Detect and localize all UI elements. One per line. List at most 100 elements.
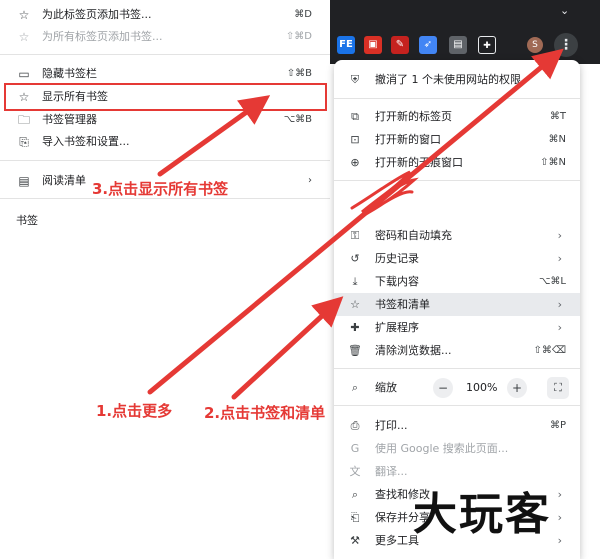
chevron-down-icon[interactable]: ⌄ bbox=[560, 4, 569, 17]
clear-browsing-data-item[interactable]: 🗑 清除浏览数据... ⇧⌘⌫ bbox=[334, 339, 580, 362]
zoom-icon: ⌕ bbox=[351, 381, 359, 394]
zoom-out-button[interactable]: − bbox=[433, 378, 453, 398]
extension-icon: ✚ bbox=[350, 321, 360, 334]
menu-item-label: 历史记录 bbox=[375, 252, 419, 265]
incognito-icon: ⊕ bbox=[350, 156, 360, 169]
fullscreen-icon[interactable]: ⛶ bbox=[547, 377, 569, 399]
chevron-right-icon: › bbox=[308, 175, 312, 186]
chevron-right-icon: › bbox=[557, 252, 562, 265]
folder-icon: 🗀 bbox=[17, 113, 30, 127]
extensions-item[interactable]: ✚ 扩展程序 › bbox=[334, 316, 580, 339]
download-icon: ⤓ bbox=[352, 275, 358, 288]
chevron-right-icon: › bbox=[557, 229, 562, 242]
highlight-box-show-all-bookmarks bbox=[4, 83, 327, 111]
save-icon: ⎗ bbox=[350, 511, 360, 524]
menu-item-label: 翻译... bbox=[375, 465, 408, 478]
star-icon: ☆ bbox=[18, 30, 30, 44]
bookmarks-and-lists-item[interactable]: ☆ 书签和清单 › bbox=[334, 293, 580, 316]
shortcut-label: ⌥⌘B bbox=[283, 114, 312, 125]
menu-item-label: 密码和自动填充 bbox=[375, 229, 452, 242]
menu-item-label: 撤消了 1 个未使用网站的权限 bbox=[375, 73, 521, 86]
permissions-notice-item[interactable]: ⛨ 撤消了 1 个未使用网站的权限 bbox=[334, 68, 580, 91]
shortcut-label: ⌘N bbox=[548, 134, 566, 145]
zoom-label: 缩放 bbox=[375, 381, 397, 394]
hide-bookmarks-bar-item[interactable]: ▭ 隐藏书签栏 ⇧⌘B bbox=[0, 63, 330, 85]
new-incognito-window-item[interactable]: ⊕ 打开新的无痕窗口 ⇧⌘N bbox=[334, 151, 580, 174]
new-window-icon: ⊡ bbox=[350, 133, 360, 146]
chevron-right-icon: › bbox=[557, 321, 562, 334]
shortcut-label: ⇧⌘B bbox=[286, 68, 312, 79]
menu-divider bbox=[334, 405, 580, 406]
menu-item-label: 打印... bbox=[375, 419, 408, 432]
bookmark-all-tabs-item[interactable]: ☆ 为所有标签页添加书签... ⇧⌘D bbox=[0, 26, 330, 48]
menu-item-label: 书签和清单 bbox=[375, 298, 430, 311]
menu-item-label: 清除浏览数据... bbox=[375, 344, 452, 357]
search-with-google-item[interactable]: G 使用 Google 搜索此页面... bbox=[334, 437, 580, 460]
print-icon: ⎙ bbox=[350, 419, 360, 432]
shortcut-label: ⇧⌘⌫ bbox=[533, 345, 566, 356]
import-bookmarks-item[interactable]: ⎘ 导入书签和设置... bbox=[0, 131, 330, 153]
menu-item-label: 为此标签页添加书签... bbox=[42, 8, 152, 21]
passwords-autofill-item[interactable]: ⚿ 密码和自动填充 › bbox=[334, 224, 580, 247]
bird-extension-icon[interactable]: ➶ bbox=[419, 36, 437, 54]
print-item[interactable]: ⎙ 打印... ⌘P bbox=[334, 414, 580, 437]
chevron-right-icon: › bbox=[557, 511, 562, 524]
reading-list-icon: ▤ bbox=[18, 174, 30, 188]
menu-item-label: 下载内容 bbox=[375, 275, 419, 288]
shortcut-label: ⌘T bbox=[549, 111, 566, 122]
zoom-in-button[interactable]: + bbox=[507, 378, 527, 398]
new-window-item[interactable]: ⊡ 打开新的窗口 ⌘N bbox=[334, 128, 580, 151]
import-icon: ⎘ bbox=[19, 135, 29, 149]
shortcut-label: ⌘D bbox=[294, 9, 312, 20]
pen-extension-icon[interactable]: ✎ bbox=[391, 36, 409, 54]
reader-extension-icon[interactable]: ▣ bbox=[364, 36, 382, 54]
chevron-right-icon: › bbox=[557, 534, 562, 547]
more-menu-button[interactable]: ⋮ bbox=[554, 33, 578, 57]
shortcut-label: ⇧⌘D bbox=[285, 31, 312, 42]
menu-divider bbox=[334, 368, 580, 369]
menu-item-label: 书签管理器 bbox=[42, 113, 97, 126]
new-tab-icon: ⧉ bbox=[351, 110, 359, 123]
menu-item-label: 打开新的标签页 bbox=[375, 110, 452, 123]
translate-icon: 文 bbox=[349, 465, 361, 478]
menu-item-label: 打开新的无痕窗口 bbox=[375, 156, 463, 169]
card-extension-icon[interactable]: ▤ bbox=[449, 36, 467, 54]
bookmarks-section-label: 书签 bbox=[16, 214, 38, 227]
star-icon: ☆ bbox=[350, 298, 360, 311]
annotation-step1: 1.点击更多 bbox=[96, 402, 173, 420]
menu-item-label: 打开新的窗口 bbox=[375, 133, 441, 146]
puzzle-icon[interactable]: ✚ bbox=[478, 36, 496, 54]
shortcut-label: ⌘P bbox=[549, 420, 566, 431]
history-item[interactable]: ↺ 历史记录 › bbox=[334, 247, 580, 270]
shield-icon: ⛨ bbox=[350, 73, 360, 86]
chevron-right-icon: › bbox=[557, 488, 562, 501]
chevron-right-icon: › bbox=[557, 298, 562, 311]
fe-extension-icon[interactable]: FE bbox=[337, 36, 355, 54]
menu-item-label: 隐藏书签栏 bbox=[42, 67, 97, 80]
history-icon: ↺ bbox=[350, 252, 360, 265]
annotation-step3: 3.点击显示所有书签 bbox=[92, 180, 229, 198]
bookmark-manager-item[interactable]: 🗀 书签管理器 ⌥⌘B bbox=[0, 109, 330, 131]
downloads-item[interactable]: ⤓ 下载内容 ⌥⌘L bbox=[334, 270, 580, 293]
menu-divider bbox=[0, 160, 330, 161]
menu-item-label: 扩展程序 bbox=[375, 321, 419, 334]
menu-item-label: 为所有标签页添加书签... bbox=[42, 30, 163, 43]
menu-item-label: 导入书签和设置... bbox=[42, 135, 130, 148]
tools-icon: ⚒ bbox=[350, 534, 360, 547]
menu-item-label: 使用 Google 搜索此页面... bbox=[375, 442, 509, 455]
avatar[interactable]: S bbox=[527, 37, 543, 53]
watermark-logo: 大玩客 bbox=[413, 489, 551, 540]
bookmark-this-tab-item[interactable]: ☆ 为此标签页添加书签... ⌘D bbox=[0, 4, 330, 26]
menu-divider bbox=[334, 180, 580, 181]
menu-divider bbox=[0, 54, 330, 55]
new-tab-item[interactable]: ⧉ 打开新的标签页 ⌘T bbox=[334, 105, 580, 128]
find-icon: ⌕ bbox=[351, 488, 359, 501]
zoom-row: ⌕ 缩放 − 100% + ⛶ bbox=[334, 376, 580, 399]
menu-item-label: 阅读清单 bbox=[42, 174, 86, 187]
google-icon: G bbox=[350, 442, 360, 455]
bookmark-bar-icon: ▭ bbox=[18, 67, 30, 81]
key-icon: ⚿ bbox=[350, 229, 360, 242]
menu-divider bbox=[334, 98, 580, 99]
trash-icon: 🗑 bbox=[348, 344, 362, 357]
annotation-step2: 2.点击书签和清单 bbox=[204, 404, 326, 422]
